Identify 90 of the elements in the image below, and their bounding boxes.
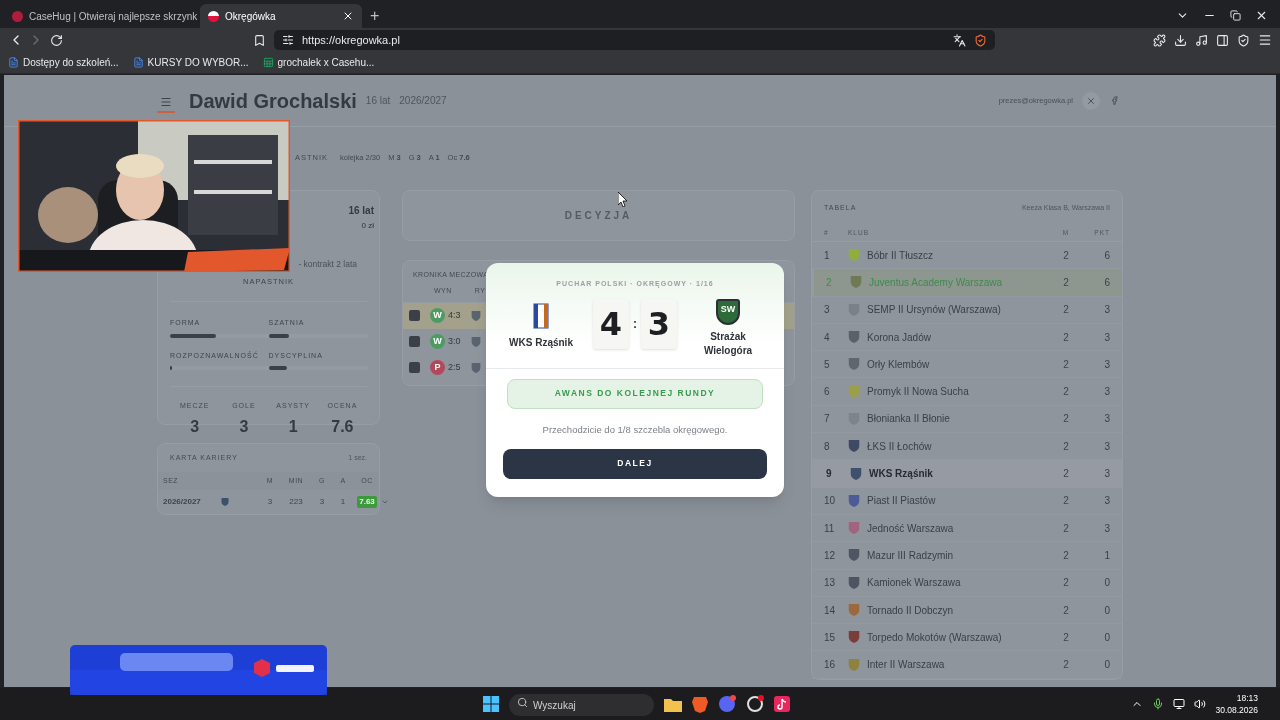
score-label: 4:3	[448, 308, 461, 322]
score-separator: :	[633, 315, 637, 333]
contract-label: - kontrakt 2 lata	[298, 258, 357, 271]
table-cell-text: Korona Jadów	[867, 330, 932, 345]
table-cell-text: 1	[824, 248, 831, 263]
table-cell-text: 5	[824, 357, 831, 372]
table-cell-text: 3	[318, 496, 326, 508]
table-cell-text: 3	[266, 496, 274, 508]
table-cell-text: 4	[824, 330, 831, 345]
stat-value: 3	[239, 416, 249, 437]
table-cell-text: 6	[824, 385, 831, 400]
table-cell-text: 6	[1103, 248, 1110, 263]
table-cell-text: 2	[1062, 548, 1070, 563]
stat-value: 7.6	[331, 416, 354, 437]
table-cell-text: Jedność Warszawa	[867, 521, 955, 536]
table-cell-text: Kamionek Warszawa	[867, 576, 962, 591]
table-cell-text: 15	[824, 630, 837, 645]
table-cell-text: 2	[1062, 658, 1070, 673]
table-cell-text: 223	[288, 496, 304, 508]
stat-value: 3	[190, 416, 200, 437]
table-cell-text: 0	[1103, 576, 1110, 591]
table-cell-text: Mazur III Radzymin	[867, 548, 955, 563]
stat-value: 1	[288, 416, 298, 437]
rating-badge: 7.63	[357, 496, 377, 508]
table-cell-text: 1	[339, 496, 347, 508]
table-cell-text: 2	[1062, 467, 1070, 481]
table-cell-text: SEMP II Ursynów (Warszawa)	[867, 303, 1002, 318]
result-message: Przechodzicie do 1/8 szczebla okręgowego.	[542, 422, 728, 437]
table-cell-text: 2	[826, 275, 833, 290]
table-cell-text: 11	[824, 521, 836, 536]
score-label: 2:5	[448, 360, 461, 374]
table-cell-text: 3	[1103, 385, 1110, 400]
table-cell-text: 10	[824, 494, 837, 509]
team-name: Strażak Wielogóra	[702, 329, 754, 358]
result-badge: P	[430, 360, 445, 375]
age-label: 16 lat	[348, 204, 374, 218]
table-cell-text: 3	[1103, 521, 1110, 536]
table-cell-text: 2	[1062, 603, 1070, 618]
player-name: Dawid Grochalski	[189, 88, 357, 114]
table-cell-text: 3	[1103, 303, 1110, 318]
table-cell-text: 3	[824, 303, 831, 318]
result-badge: W	[430, 334, 445, 349]
table-cell-text: 14	[824, 603, 837, 618]
table-cell-text: 13	[824, 576, 837, 591]
table-cell-text: 0	[1103, 630, 1110, 645]
table-cell-text: 3	[1103, 357, 1110, 372]
table-cell-text: 2	[1062, 412, 1070, 427]
table-cell-text: 2	[1062, 357, 1070, 372]
table-cell-text: 2	[1062, 494, 1070, 509]
table-cell-text: Torpedo Mokotów (Warszawa)	[867, 630, 1003, 645]
table-cell-text: 2	[1062, 521, 1070, 536]
table-cell-text: Piast II Piastów	[867, 494, 937, 509]
result-banner: AWANS DO KOLEJNEJ RUNDY	[507, 378, 763, 409]
table-cell-text: Juventus Academy Warszawa	[869, 275, 1004, 290]
table-cell-text: 2	[1062, 303, 1070, 318]
score-digit: 3	[641, 298, 677, 349]
player-age: 16 lat	[365, 94, 391, 108]
table-cell-text: 3	[1103, 439, 1110, 454]
result-badge: W	[430, 308, 445, 323]
table-cell-text: 6	[1103, 275, 1110, 290]
team-name: WKS Rząśnik	[509, 335, 573, 350]
table-cell-text: 2	[1062, 248, 1070, 263]
table-cell-text: 2	[1062, 576, 1070, 591]
table-cell-text: 3	[1103, 412, 1110, 427]
score-label: 3:0	[448, 334, 461, 348]
table-cell-text: 8	[824, 439, 831, 454]
table-cell-text: 0	[1103, 658, 1110, 673]
table-cell-text: 3	[1103, 494, 1110, 509]
crest-badge: SW	[716, 298, 740, 325]
table-cell-text: WKS Rząśnik	[869, 467, 934, 481]
score-digit: 4	[593, 298, 629, 349]
season-label: 2026/2027	[399, 94, 447, 108]
table-cell-text: 2	[1062, 275, 1070, 290]
table-cell-text: 7	[824, 412, 831, 427]
table-cell-text: 3	[1103, 330, 1110, 345]
table-cell-text: 16	[824, 658, 837, 673]
table-cell-text: 0	[1103, 603, 1110, 618]
money-label: 0 zł	[361, 220, 374, 232]
table-cell-text: Bóbr II Tłuszcz	[867, 248, 934, 263]
table-cell-text: 9	[826, 467, 833, 481]
table-cell-text: 2026/2027	[163, 496, 202, 508]
table-cell-text: 2	[1062, 439, 1070, 454]
table-cell-text: 2	[1062, 330, 1070, 345]
table-cell-text: Orły Klembów	[867, 357, 931, 372]
table-cell-text: 1	[1103, 548, 1110, 563]
table-cell-text: Tornado II Dobczyn	[867, 603, 955, 618]
table-cell-text: 2	[1062, 630, 1070, 645]
table-cell-text: 12	[824, 548, 837, 563]
table-cell-text: 2	[1062, 385, 1070, 400]
table-cell-text: 3	[1103, 467, 1110, 481]
